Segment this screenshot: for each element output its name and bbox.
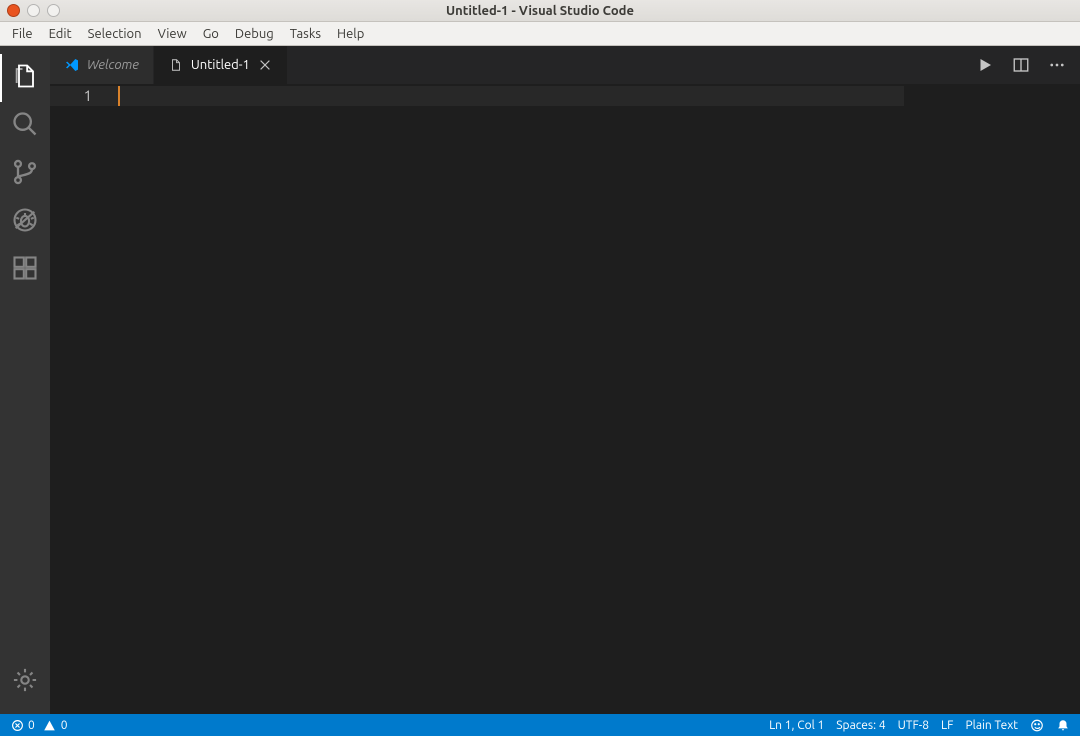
menu-go[interactable]: Go bbox=[195, 25, 227, 43]
status-language[interactable]: Plain Text bbox=[959, 719, 1024, 732]
window-maximize-button[interactable] bbox=[47, 4, 60, 17]
tab-bar: Welcome Untitled-1 bbox=[50, 46, 1080, 84]
activity-source-control[interactable] bbox=[0, 150, 50, 198]
window-close-button[interactable] bbox=[7, 4, 20, 17]
tab-actions bbox=[974, 46, 1080, 84]
tab-untitled-label: Untitled-1 bbox=[191, 58, 250, 72]
menu-debug[interactable]: Debug bbox=[227, 25, 282, 43]
bell-icon bbox=[1056, 718, 1070, 732]
line-number: 1 bbox=[50, 86, 118, 106]
status-errors-count: 0 bbox=[28, 719, 35, 732]
main-area: Welcome Untitled-1 bbox=[0, 46, 1080, 714]
git-branch-icon bbox=[11, 158, 39, 190]
activity-explorer[interactable] bbox=[0, 54, 50, 102]
activity-bar bbox=[0, 46, 50, 714]
file-icon bbox=[168, 57, 184, 73]
editor[interactable]: 1 bbox=[50, 84, 1080, 714]
menu-view[interactable]: View bbox=[150, 25, 195, 43]
status-line-col[interactable]: Ln 1, Col 1 bbox=[763, 719, 830, 732]
activity-extensions[interactable] bbox=[0, 246, 50, 294]
status-problems[interactable]: 0 0 bbox=[4, 714, 74, 736]
run-icon[interactable] bbox=[974, 54, 996, 76]
more-icon[interactable] bbox=[1046, 54, 1068, 76]
files-icon bbox=[12, 62, 40, 94]
tab-welcome-label: Welcome bbox=[87, 58, 139, 72]
status-bar: 0 0 Ln 1, Col 1 Spaces: 4 UTF-8 LF Plain… bbox=[0, 714, 1080, 736]
status-feedback[interactable] bbox=[1024, 718, 1050, 732]
menu-bar: File Edit Selection View Go Debug Tasks … bbox=[0, 22, 1080, 46]
activity-debug[interactable] bbox=[0, 198, 50, 246]
activity-settings[interactable] bbox=[0, 658, 50, 706]
error-icon bbox=[10, 718, 24, 732]
search-icon bbox=[11, 110, 39, 142]
menu-file[interactable]: File bbox=[4, 25, 41, 43]
status-notifications[interactable] bbox=[1050, 718, 1076, 732]
menu-tasks[interactable]: Tasks bbox=[282, 25, 329, 43]
status-encoding[interactable]: UTF-8 bbox=[892, 719, 935, 732]
menu-help[interactable]: Help bbox=[329, 25, 372, 43]
status-indent[interactable]: Spaces: 4 bbox=[830, 719, 891, 732]
status-warnings-count: 0 bbox=[61, 719, 68, 732]
tab-untitled[interactable]: Untitled-1 bbox=[154, 46, 288, 84]
debug-icon bbox=[11, 206, 39, 238]
gear-icon bbox=[11, 666, 39, 698]
editor-content[interactable] bbox=[118, 84, 992, 714]
split-editor-icon[interactable] bbox=[1010, 54, 1032, 76]
editor-group: Welcome Untitled-1 bbox=[50, 46, 1080, 714]
os-titlebar: Untitled-1 - Visual Studio Code bbox=[0, 0, 1080, 22]
tab-welcome[interactable]: Welcome bbox=[50, 46, 154, 84]
vscode-icon bbox=[64, 57, 80, 73]
menu-selection[interactable]: Selection bbox=[80, 25, 150, 43]
gutter: 1 bbox=[50, 84, 118, 714]
current-line[interactable] bbox=[118, 86, 904, 106]
warning-icon bbox=[43, 718, 57, 732]
activity-search[interactable] bbox=[0, 102, 50, 150]
minimap[interactable] bbox=[992, 84, 1080, 714]
smiley-icon bbox=[1030, 718, 1044, 732]
window-minimize-button[interactable] bbox=[27, 4, 40, 17]
status-eol[interactable]: LF bbox=[935, 719, 959, 732]
menu-edit[interactable]: Edit bbox=[41, 25, 80, 43]
window-title: Untitled-1 - Visual Studio Code bbox=[0, 4, 1080, 18]
close-icon[interactable] bbox=[257, 57, 273, 73]
window-controls bbox=[0, 4, 60, 17]
extensions-icon bbox=[11, 254, 39, 286]
